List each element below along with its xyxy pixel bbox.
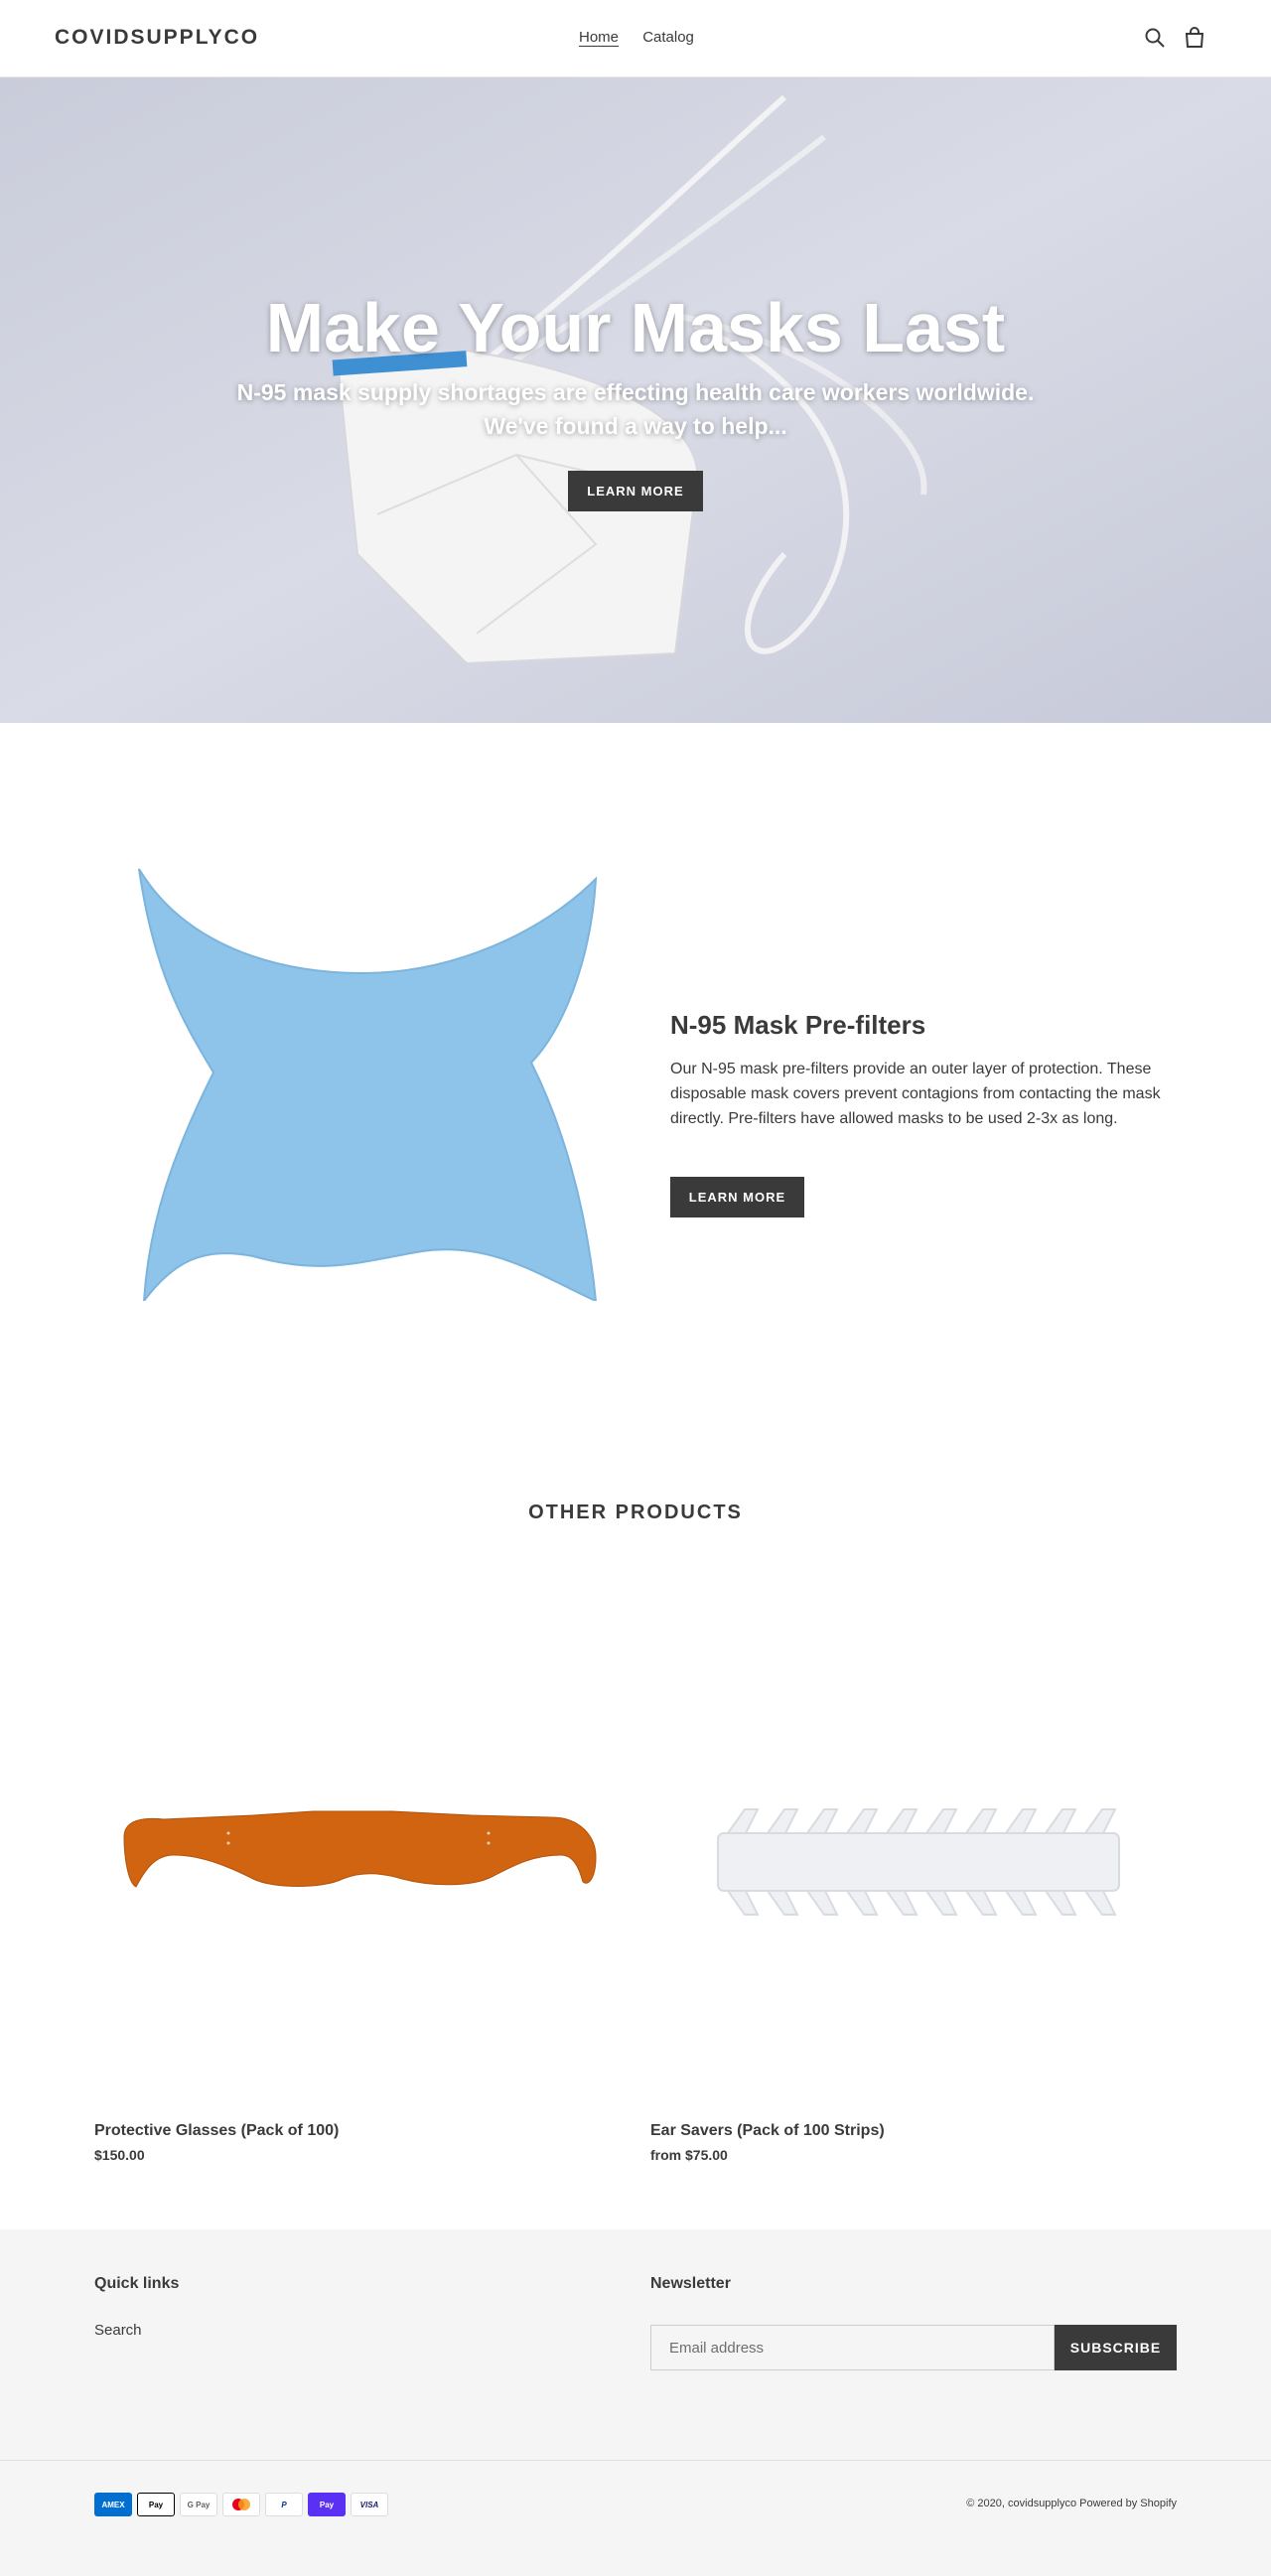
footer-divider <box>0 2460 1271 2461</box>
google-pay-icon: G Pay <box>180 2493 217 2516</box>
shop-pay-icon: Pay <box>308 2493 346 2516</box>
newsletter-title: Newsletter <box>650 2275 731 2292</box>
paypal-icon: P <box>265 2493 303 2516</box>
payment-icons: AMEX Pay G Pay P Pay VISA <box>94 2493 388 2516</box>
other-products-title: OTHER PRODUCTS <box>528 1502 743 1523</box>
cart-icon[interactable] <box>1184 27 1205 49</box>
product-price-ear-savers: from $75.00 <box>650 2147 728 2163</box>
nav-catalog[interactable]: Catalog <box>642 29 694 46</box>
quick-links-title: Quick links <box>94 2275 180 2292</box>
apple-pay-icon: Pay <box>137 2493 175 2516</box>
site-header: COVIDSUPPLYCO Home Catalog <box>0 0 1271 77</box>
protective-glasses-image[interactable] <box>94 1589 621 2115</box>
amex-icon: AMEX <box>94 2493 132 2516</box>
hero-learn-more-button[interactable]: LEARN MORE <box>568 471 703 511</box>
copyright-text: © 2020, covidsupplyco Powered by Shopify <box>966 2498 1177 2509</box>
product-name-glasses[interactable]: Protective Glasses (Pack of 100) <box>94 2122 339 2140</box>
product-price-glasses: $150.00 <box>94 2147 145 2163</box>
hero-banner: Make Your Masks Last N-95 mask supply sh… <box>0 77 1271 723</box>
footer-link-search[interactable]: Search <box>94 2322 142 2339</box>
hero-subtitle-line1: N-95 mask supply shortages are effecting… <box>236 379 1035 405</box>
feature-description: Our N-95 mask pre-filters provide an out… <box>670 1061 1161 1127</box>
hero-subtitle-line2: We've found a way to help... <box>484 413 787 439</box>
hero-title: Make Your Masks Last <box>265 289 1006 366</box>
nav-home[interactable]: Home <box>579 29 619 46</box>
mastercard-icon <box>222 2493 260 2516</box>
main-nav: Home Catalog <box>579 29 714 46</box>
ear-savers-image[interactable] <box>650 1589 1177 2115</box>
prefilter-image <box>138 868 598 1301</box>
visa-icon: VISA <box>351 2493 388 2516</box>
newsletter-email-input[interactable] <box>650 2325 1055 2370</box>
feature-learn-more-button[interactable]: LEARN MORE <box>670 1177 804 1217</box>
feature-title: N-95 Mask Pre-filters <box>670 1010 926 1040</box>
search-icon[interactable] <box>1144 27 1166 49</box>
subscribe-button[interactable]: SUBSCRIBE <box>1055 2325 1177 2370</box>
site-logo[interactable]: COVIDSUPPLYCO <box>55 26 259 50</box>
site-footer: Quick links Search Newsletter SUBSCRIBE … <box>0 2229 1271 2576</box>
product-name-ear-savers[interactable]: Ear Savers (Pack of 100 Strips) <box>650 2122 885 2140</box>
hero-subtitle: N-95 mask supply shortages are effecting… <box>0 375 1271 443</box>
